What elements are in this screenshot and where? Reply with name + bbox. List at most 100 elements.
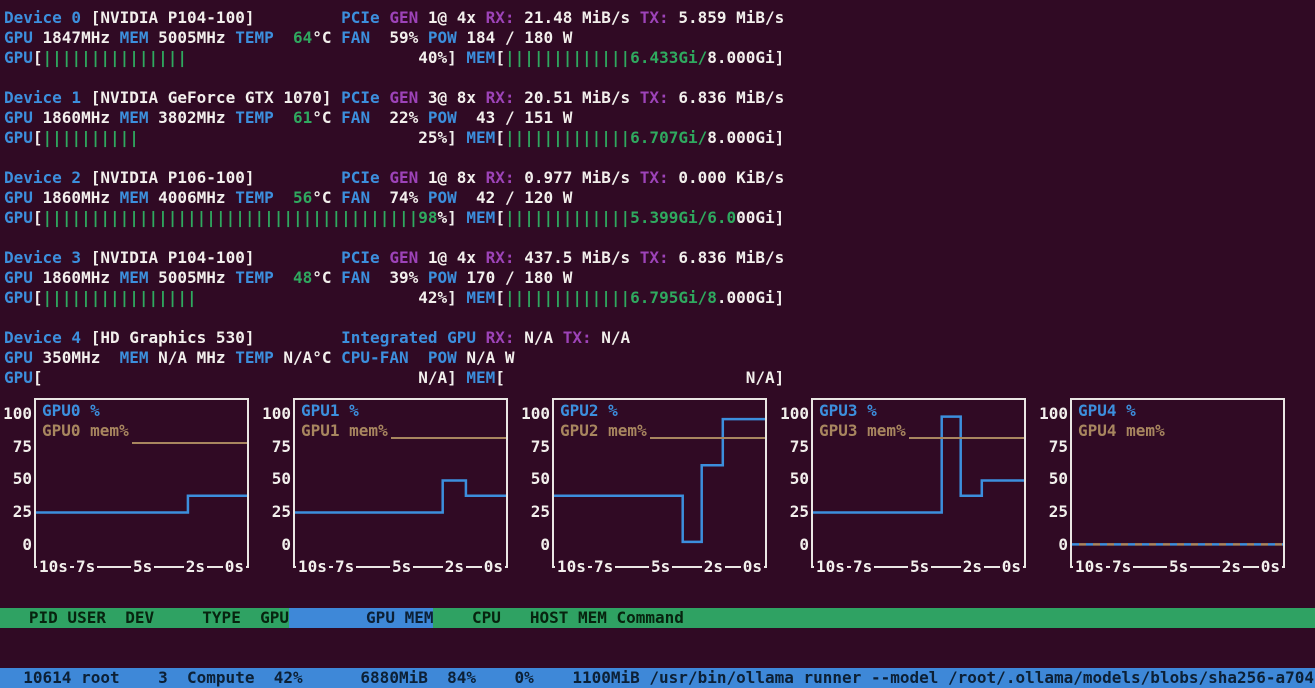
text-segment: 59% [380,28,428,47]
text-segment: CPU-FAN [341,348,428,367]
text-segment: Device 2 [4,168,91,187]
text-segment: MEM [466,288,495,307]
device-info-line: GPU[|||||||||| 25%] MEM[|||||||||||||6.7… [4,128,1315,148]
text-segment: 1@ 4x [428,248,486,267]
device-info-line: Device 4 [HD Graphics 530] Integrated GP… [4,328,1315,348]
text-segment [283,268,293,287]
x-axis-tick-label: 2s [184,557,207,577]
text-segment: GPU [4,268,43,287]
text-segment: MEM [120,268,159,287]
text-segment: PCIe [341,168,389,187]
x-axis-tick-label: 7s [851,557,874,577]
device-info-line: GPU 1847MHz MEM 5005MHz TEMP 64°C FAN 59… [4,28,1315,48]
x-axis-tick-label: 2s [443,557,466,577]
text-segment: .000Gi] [717,288,784,307]
text-segment: Device 3 [4,248,91,267]
x-axis-tick-label: 5s [131,557,154,577]
x-axis-tick-label: 5s [390,557,413,577]
text-segment: 61 [293,108,312,127]
chart-legend-gpu: GPU0 % [42,401,104,421]
x-axis-tick-label: 10s [1073,557,1106,577]
text-segment: TEMP [235,28,283,47]
process-row-selected[interactable]: 10614 root 3 Compute 42% 6880MiB 84% 0% … [0,668,1315,688]
text-segment: °C [312,268,341,287]
device-info-line: Device 2 [NVIDIA P106-100] PCIe GEN 1@ 8… [4,168,1315,188]
x-axis-tick-label: 7s [333,557,356,577]
x-axis-tick-label: 0s [741,557,764,577]
text-segment: 8.000Gi] [707,48,784,67]
y-axis-tick-label: 25 [1049,502,1068,522]
text-segment: MEM [120,28,159,47]
y-axis-tick-label: 50 [13,469,32,489]
y-axis-tick-label: 100 [262,404,291,424]
text-segment: [ [495,128,505,147]
device-info-line: GPU 1860MHz MEM 5005MHz TEMP 48°C FAN 39… [4,268,1315,288]
text-segment: GPU [4,48,33,67]
y-axis-tick-label: 25 [13,502,32,522]
text-segment: POW [428,268,467,287]
mem-percent-line [909,437,1024,439]
x-axis-tick-label: 5s [908,557,931,577]
x-axis-tick-label: 2s [702,557,725,577]
text-segment: |||||||||||||5.399Gi/6.0 [505,208,736,227]
text-segment: 1@ 4x [428,8,486,27]
y-axis-tick-label: 25 [272,502,291,522]
chart-y-axis: 1007550250 [1038,398,1070,568]
text-segment: 1860MHz [43,188,120,207]
x-axis-tick-label: 7s [74,557,97,577]
text-segment: GPU [4,348,43,367]
chart-legend-gpu: GPU1 % [301,401,363,421]
text-segment: 1860MHz [43,108,120,127]
text-segment: 64 [293,28,312,47]
text-segment: |||||||||||||6.433Gi/ [505,48,707,67]
text-segment: 56 [293,188,312,207]
chart-legend-gpu: GPU2 % [560,401,622,421]
header-columns: CPU HOST MEM Command [433,608,683,628]
gpu-chart-0: 1007550250GPU0 %GPU0 mem%10s7s5s2s0s [2,398,249,568]
x-axis-tick-label: 7s [592,557,615,577]
text-segment: 20.51 MiB/s [524,88,640,107]
chart-legend-mem: GPU3 mem% [819,421,909,441]
text-segment: 5005MHz [158,268,235,287]
text-segment: |||||||||||||6.795Gi/8 [505,288,717,307]
text-segment: 170 / 180 W [466,268,572,287]
device-info-line: GPU[ N/A] MEM[ N/A] [4,368,1315,388]
text-segment: °C [312,108,341,127]
chart-legend-mem: GPU4 mem% [1078,421,1168,441]
y-axis-tick-label: 75 [790,437,809,457]
text-segment: 00Gi] [736,208,784,227]
text-segment: GPU [4,208,33,227]
text-segment: GEN [389,168,428,187]
text-segment: TX: [640,248,679,267]
text-segment: TEMP [235,348,283,367]
y-axis-tick-label: 50 [272,469,291,489]
text-segment: Integrated GPU [341,328,486,347]
text-segment: GEN [389,8,428,27]
chart-legend-mem: GPU1 mem% [301,421,391,441]
text-segment: 184 / 180 W [466,28,572,47]
device-info-line: GPU[||||||||||||||||||||||||||||||||||||… [4,208,1315,228]
x-axis-tick-label: 0s [482,557,505,577]
chart-legend-mem: GPU2 mem% [560,421,650,441]
text-segment: 10614 root 3 Compute 42% 6880MiB 84% 0% … [4,668,1314,687]
text-segment: [NVIDIA P106-100] [91,168,341,187]
text-segment: |||||||||||||6.707Gi/ [505,128,707,147]
text-segment: GPU [4,368,33,387]
text-segment: GEN [389,248,428,267]
text-segment: TEMP [235,108,283,127]
text-segment: MEM [466,48,495,67]
y-axis-tick-label: 50 [1049,469,1068,489]
mem-percent-line [650,437,765,439]
text-segment: PCIe [341,88,389,107]
text-segment: MEM [120,188,159,207]
text-segment: 42 / 120 W [466,188,572,207]
text-segment: 6.836 MiB/s [678,248,784,267]
x-axis-tick-label: 10s [555,557,588,577]
text-segment [283,28,293,47]
y-axis-tick-label: 75 [1049,437,1068,457]
text-segment: RX: [486,8,525,27]
gpu-chart-1: 1007550250GPU1 %GPU1 mem%10s7s5s2s0s [261,398,508,568]
chart-y-axis: 1007550250 [779,398,811,568]
text-segment: °C [312,28,341,47]
y-axis-tick-label: 50 [790,469,809,489]
